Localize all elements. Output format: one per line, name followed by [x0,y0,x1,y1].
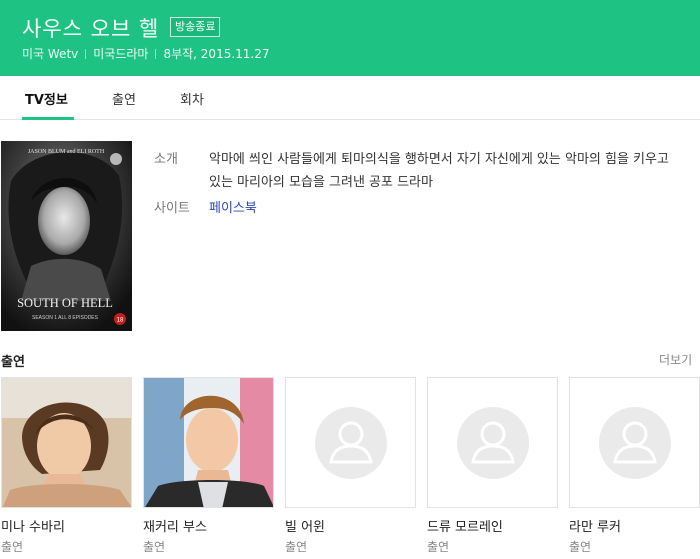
person-placeholder-icon [315,407,387,479]
title-header: 사우스 오브 헬 방송종료 미국 Wetv 미국드라마 8부작, 2015.11.2… [0,0,700,76]
poster-credit: JASON BLUM and ELI ROTH [28,149,105,155]
cast-card[interactable]: 드류 모르레인 출연 [427,377,558,559]
site-label: 사이트 [154,201,190,216]
cast-name: 드류 모르레인 [427,520,503,535]
cast-role: 출연 [1,540,24,554]
cast-role: 출연 [143,540,166,554]
cast-card[interactable]: 라만 루커 출연 [569,377,700,559]
site-link[interactable]: 페이스북 [209,197,257,216]
cast-name: 라만 루커 [569,520,621,535]
channel-text: 미국 Wetv [22,47,79,61]
status-badge: 방송종료 [170,17,221,37]
tab-tv-info[interactable]: TV정보 [25,89,68,108]
cast-card[interactable]: 빌 어윈 출연 [285,377,416,559]
show-poster[interactable]: JASON BLUM and ELI ROTH SOUTH OF HELL SE… [1,141,132,331]
more-link[interactable]: 더보기 [659,351,692,368]
poster-title: SOUTH OF HELL [17,296,113,310]
meta-divider [85,49,87,59]
person-placeholder-icon [599,407,671,479]
cast-card[interactable]: 미나 수바리 출연 [1,377,132,559]
cast-card[interactable]: 재커리 부스 출연 [143,377,274,559]
tab-bar: TV정보 출연 회차 [0,76,700,120]
age-rating-text: 18 [117,318,124,324]
intro-text: 악마에 씌인 사람들에게 퇴마의식을 행하면서 자기 자신에게 있는 악마의 힘… [209,152,669,190]
page-title: 사우스 오브 헬 [22,17,160,41]
cast-photo [285,377,416,508]
episodes-date-text: 8부작, 2015.11.27 [163,47,270,61]
cast-role: 출연 [427,540,450,554]
person-placeholder-icon [457,407,529,479]
cast-role: 출연 [569,540,592,554]
genre-link[interactable]: 미국드라마 [93,47,148,61]
tab-episodes[interactable]: 회차 [180,89,204,108]
tab-cast[interactable]: 출연 [112,89,136,108]
poster-subtitle: SEASON 1 ALL 8 EPISODES [32,315,99,321]
show-meta: 미국 Wetv 미국드라마 8부작, 2015.11.27 [22,45,270,62]
cast-photo [569,377,700,508]
cast-name: 빌 어윈 [285,520,326,535]
cast-photo [1,377,132,508]
cast-heading: 출연 [1,355,25,370]
cast-name: 재커리 부스 [143,520,207,535]
cast-name: 미나 수바리 [1,520,65,535]
cast-photo [143,377,274,508]
active-tab-indicator [22,117,74,120]
meta-divider [155,49,157,59]
cast-role: 출연 [285,540,308,554]
intro-label: 소개 [154,152,178,167]
cast-photo [427,377,558,508]
